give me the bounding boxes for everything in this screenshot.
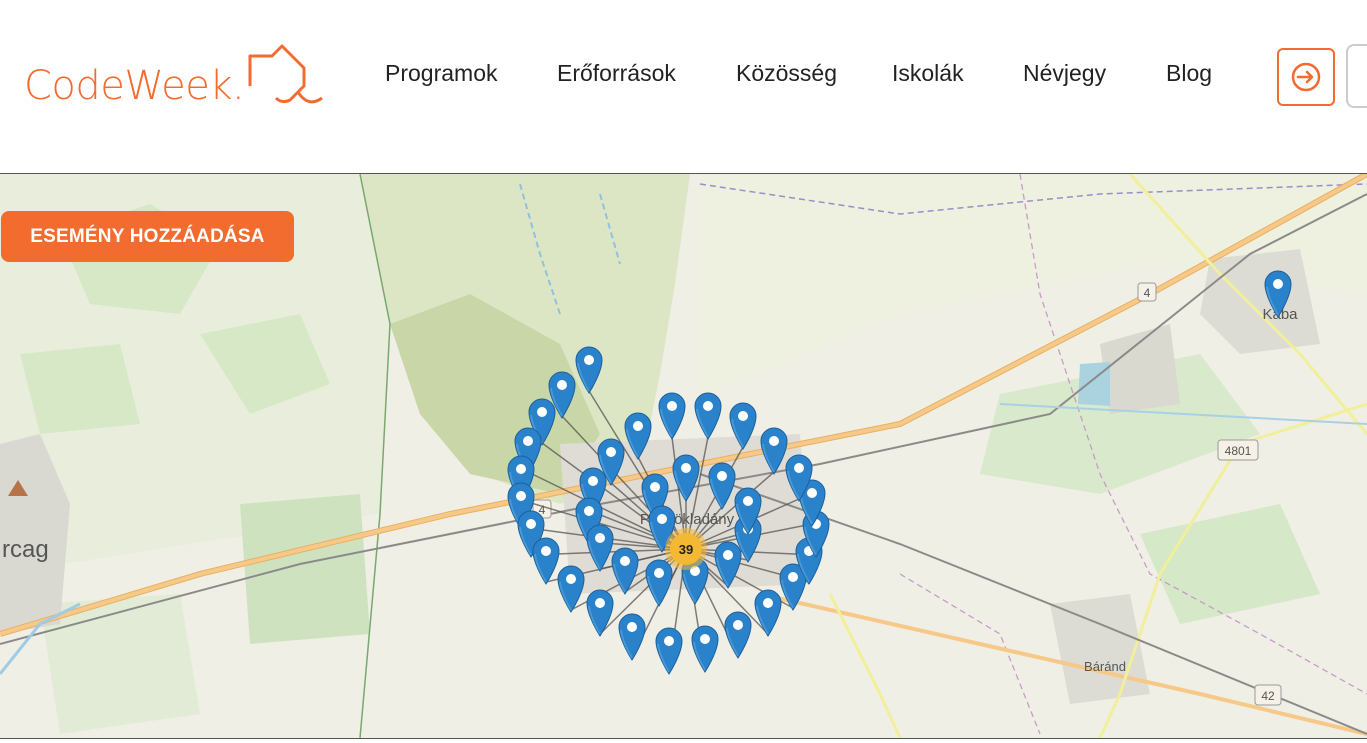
logo-text: CodeWeek. <box>24 63 245 109</box>
nav-item-eroforrasok[interactable]: Erőforrások <box>557 60 676 87</box>
site-header: CodeWeek. Programok Erőforrások Közösség… <box>0 0 1367 174</box>
codeweek-logo[interactable]: CodeWeek. <box>24 42 332 106</box>
nav-item-nevjegy[interactable]: Névjegy <box>1023 60 1106 87</box>
green-area <box>240 494 370 644</box>
language-selector[interactable] <box>1346 44 1367 108</box>
road-label-4: 4 <box>1144 286 1151 300</box>
cluster-count: 39 <box>679 542 693 557</box>
place-label-barand: Báránd <box>1084 659 1126 674</box>
nav-item-iskolak[interactable]: Iskolák <box>892 60 964 87</box>
road-label-4801: 4801 <box>1225 444 1252 458</box>
green-area <box>20 344 140 434</box>
nav-item-kozosseg[interactable]: Közösség <box>736 60 837 87</box>
nav-item-blog[interactable]: Blog <box>1166 60 1212 87</box>
add-event-button[interactable]: ESEMÉNY HOZZÁADÁSA <box>1 211 294 262</box>
place-label-karcag: rcag <box>2 536 49 563</box>
sign-in-icon <box>1291 62 1321 92</box>
map-bottom-border <box>0 738 1367 743</box>
nav-item-programok[interactable]: Programok <box>385 60 497 87</box>
logo-bracket-icon <box>248 44 324 104</box>
road-label-42: 42 <box>1261 689 1275 703</box>
login-button[interactable] <box>1277 48 1335 106</box>
